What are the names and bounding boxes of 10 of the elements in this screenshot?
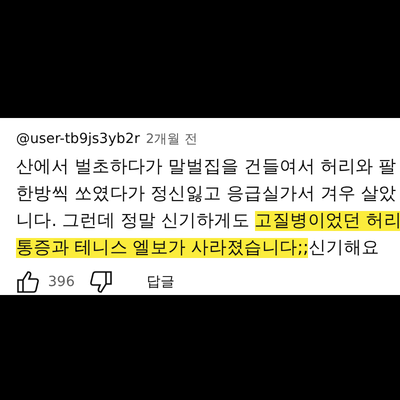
thumbs-up-icon[interactable] [16, 270, 40, 294]
comment-text-line: 한방씩 쏘였다가 정신잃고 응급실가서 겨우 살았 [16, 183, 398, 206]
comment-text-line: 니다. 그런데 정말 신기하게도 고질병이었던 허리 [16, 210, 400, 233]
reply-button[interactable]: 답글 [146, 273, 175, 291]
comment-text-line: 산에서 벌초하다가 말벌집을 건들여서 허리와 팔 [16, 156, 398, 179]
comment-text-line: 통증과 테니스 엘보가 사라졌습니다;;신기해요 [16, 237, 380, 260]
thumbs-down-icon[interactable] [88, 270, 113, 294]
comment-author[interactable]: @user-tb9js3yb2r [16, 131, 140, 147]
comment-time: 2개월 전 [146, 131, 198, 148]
like-count: 396 [48, 274, 75, 290]
